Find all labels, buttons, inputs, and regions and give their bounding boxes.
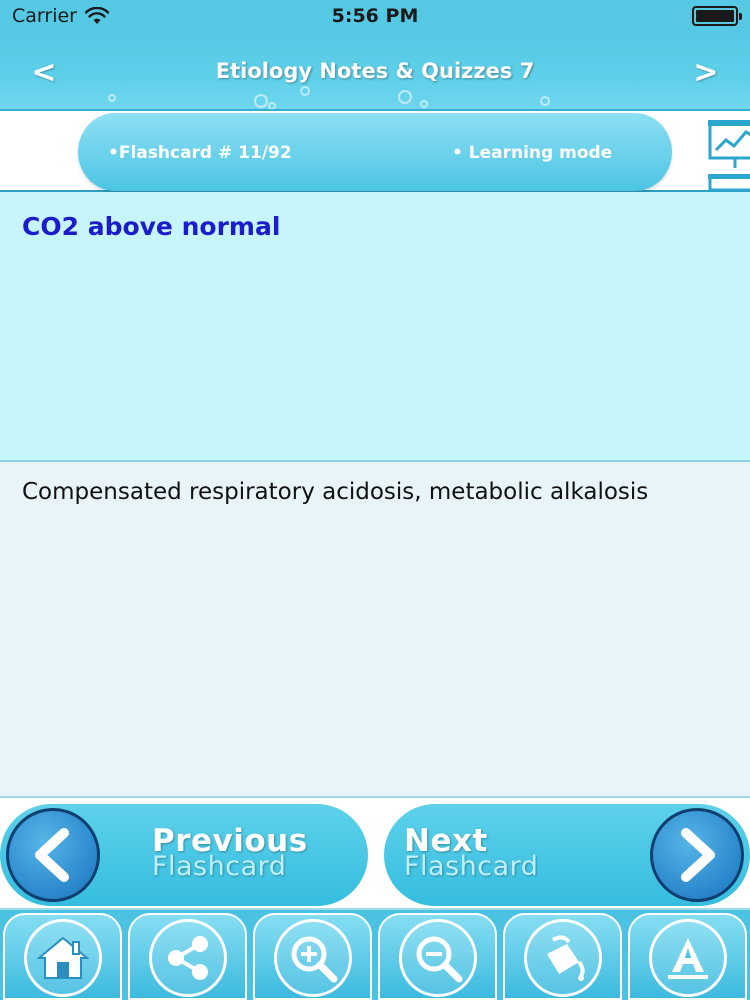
decor-bubble [108, 94, 116, 102]
decor-bubble [420, 100, 428, 108]
info-pill: •Flashcard # 11/92 • Learning mode [78, 113, 672, 191]
battery-icon [692, 6, 742, 26]
decor-bubble [254, 94, 268, 108]
nav-back-button[interactable]: < [24, 52, 64, 92]
chevron-left-icon [6, 808, 100, 902]
next-label-small: Flashcard [404, 851, 539, 882]
decor-bubble [540, 96, 550, 106]
chevron-right-icon [650, 808, 744, 902]
previous-label-small: Flashcard [152, 851, 287, 882]
zoom-in-button[interactable] [250, 910, 375, 1000]
answer-text: Compensated respiratory acidosis, metabo… [22, 479, 649, 505]
previous-flashcard-label: Previous Flashcard [152, 826, 308, 882]
page-title: Etiology Notes & Quizzes 7 [215, 58, 535, 83]
status-left: Carrier [12, 5, 262, 27]
home-icon [23, 919, 102, 997]
answer-panel: Compensated respiratory acidosis, metabo… [0, 462, 750, 796]
paint-bucket-icon [523, 919, 602, 997]
next-flashcard-label: Next Flashcard [404, 826, 539, 882]
previous-flashcard-button[interactable]: Previous Flashcard [0, 804, 368, 906]
decor-bubble [300, 86, 310, 96]
zoom-in-icon [273, 919, 352, 997]
learning-mode-label: • Learning mode [452, 143, 613, 163]
carrier-label: Carrier [12, 5, 77, 27]
zoom-out-button[interactable] [375, 910, 500, 1000]
status-right [488, 6, 742, 26]
home-button[interactable] [0, 910, 125, 1000]
flashcard-nav-bar: Previous Flashcard Next Flashcard [0, 796, 750, 910]
question-text: CO2 above normal [22, 212, 281, 241]
zoom-out-icon [398, 919, 477, 997]
nav-forward-button[interactable]: > [686, 52, 726, 92]
font-icon [648, 919, 727, 997]
slideshow-icon[interactable] [706, 118, 750, 192]
navigation-bar: < Etiology Notes & Quizzes 7 > [0, 32, 750, 111]
theme-button[interactable] [500, 910, 625, 1000]
share-button[interactable] [125, 910, 250, 1000]
status-time: 5:56 PM [331, 5, 419, 27]
decor-bubble [398, 90, 412, 104]
share-icon [148, 919, 227, 997]
next-flashcard-button[interactable]: Next Flashcard [384, 804, 750, 906]
decor-bubble [268, 102, 276, 109]
font-button[interactable] [625, 910, 750, 1000]
question-panel: CO2 above normal [0, 192, 750, 462]
bottom-toolbar [0, 910, 750, 1000]
info-strip: •Flashcard # 11/92 • Learning mode [0, 111, 750, 192]
status-bar: Carrier 5:56 PM [0, 0, 750, 32]
wifi-icon [84, 7, 109, 25]
flashcard-counter: •Flashcard # 11/92 [108, 143, 292, 163]
